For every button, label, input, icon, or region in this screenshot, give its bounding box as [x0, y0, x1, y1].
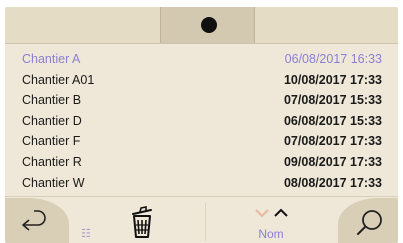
list-item[interactable]: Chantier R 09/08/2017 17:33: [5, 152, 398, 173]
item-date: 06/08/2017 16:33: [284, 52, 382, 66]
item-name: Chantier R: [22, 154, 82, 169]
item-name: Chantier B: [22, 93, 82, 108]
list-item[interactable]: Chantier A 06/08/2017 16:33: [5, 49, 398, 70]
chevron-down-icon: [255, 209, 269, 218]
list-icon: ☷: [81, 228, 91, 240]
item-name: Chantier A01: [22, 72, 95, 87]
top-bar: [5, 7, 398, 44]
list-item[interactable]: Chantier B 07/08/2017 15:33: [5, 90, 398, 111]
item-date: 07/08/2017 17:33: [283, 134, 382, 149]
back-button[interactable]: [5, 198, 69, 243]
chevron-up-icon: [274, 208, 288, 217]
item-date: 07/08/2017 15:33: [283, 93, 382, 108]
site-list: Chantier A 06/08/2017 16:33 Chantier A01…: [5, 49, 398, 193]
delete-button[interactable]: [125, 204, 159, 240]
toolbar-divider: [205, 203, 206, 241]
camera-dot: [201, 17, 217, 33]
list-item[interactable]: Chantier A01 10/08/2017 17:33: [5, 70, 398, 91]
item-name: Chantier W: [22, 175, 85, 190]
search-button[interactable]: [338, 198, 398, 243]
camera-housing: [160, 7, 255, 43]
bottom-toolbar: ☷ Nom: [5, 196, 398, 243]
list-item[interactable]: Chantier F 07/08/2017 17:33: [5, 131, 398, 152]
item-name: Chantier F: [22, 134, 81, 149]
list-item[interactable]: Chantier W 08/08/2017 17:33: [5, 173, 398, 194]
sort-button[interactable]: Nom: [241, 201, 301, 243]
item-name: Chantier A: [22, 52, 81, 66]
item-date: 08/08/2017 17:33: [283, 175, 382, 190]
trash-icon: [132, 206, 152, 238]
item-date: 06/08/2017 15:33: [283, 113, 382, 128]
device-screen: Chantier A 06/08/2017 16:33 Chantier A01…: [5, 7, 398, 243]
item-date: 09/08/2017 17:33: [283, 154, 382, 169]
sort-label: Nom: [258, 227, 284, 241]
list-item[interactable]: Chantier D 06/08/2017 15:33: [5, 111, 398, 132]
item-date: 10/08/2017 17:33: [283, 72, 382, 87]
search-icon: [357, 210, 382, 235]
back-arrow-icon: [22, 210, 46, 231]
item-name: Chantier D: [22, 113, 82, 128]
